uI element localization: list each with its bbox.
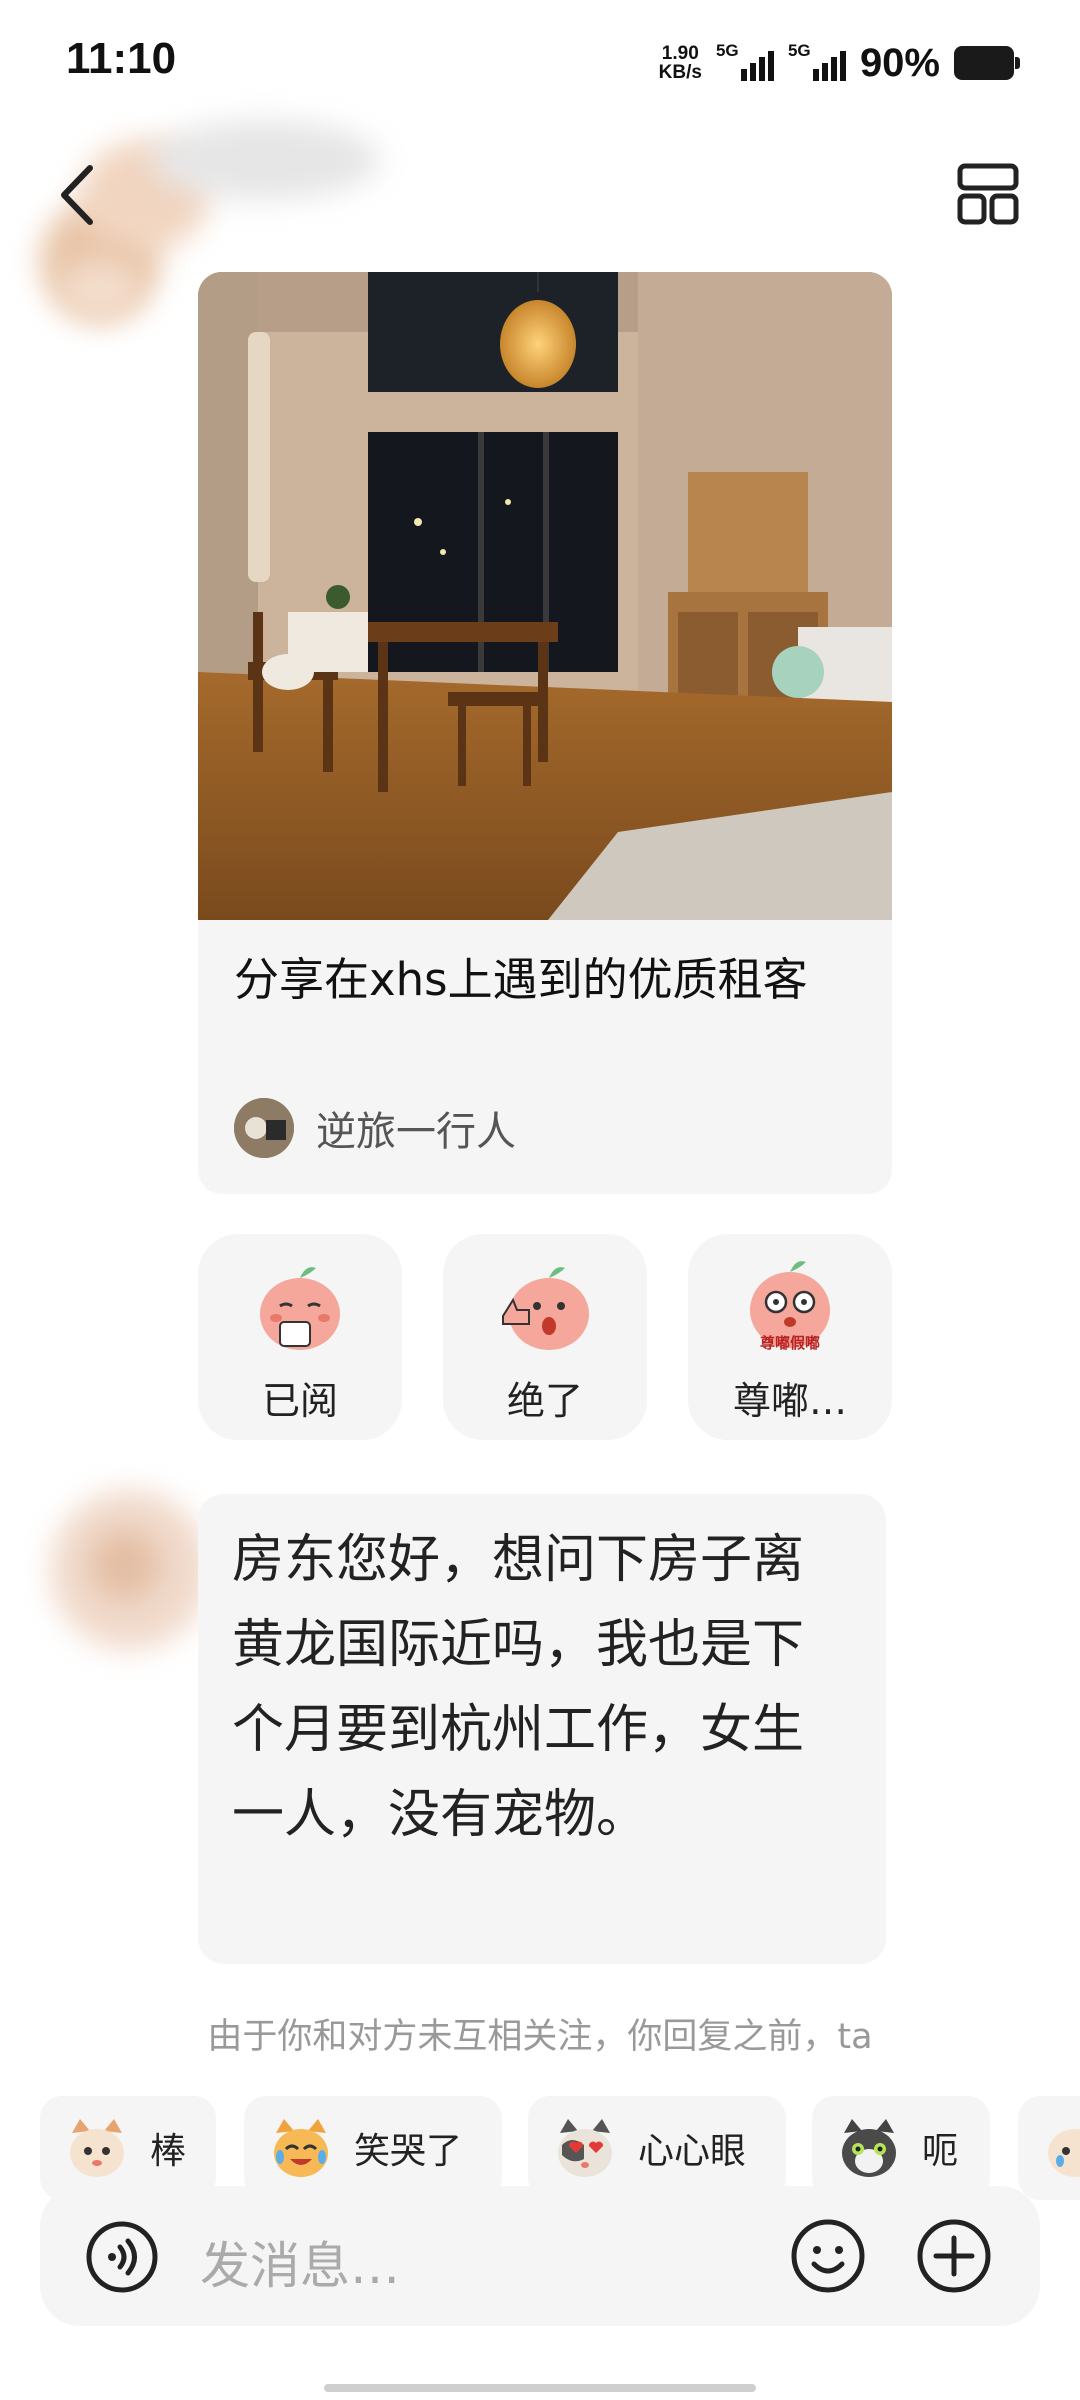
sticker-chip-label: 心心眼 (638, 2131, 747, 2172)
home-indicator[interactable] (324, 2384, 756, 2392)
layout-button[interactable] (956, 162, 1020, 226)
message-bubble[interactable]: 房东您好，想问下房子离黄龙国际近吗，我也是下个月要到杭州工作，女生一人，没有宠物… (198, 1494, 886, 1964)
network-speed-unit: KB/s (658, 62, 702, 83)
network-speed: 1.90 KB/s (659, 44, 702, 82)
battery-percent: 90% (859, 40, 940, 85)
plus-button[interactable] (914, 2216, 994, 2296)
network-speed-value: 1.90 (661, 43, 699, 64)
shared-post-card[interactable]: 分享在xhs上遇到的优质租客 逆旅一行人 (198, 272, 892, 1194)
sticker-chip-label: 棒 (150, 2131, 187, 2172)
peach-surprised-sticker-icon: 尊嘟假嘟 (750, 1261, 830, 1352)
cat-crying-sticker-icon (1048, 2129, 1080, 2177)
post-title: 分享在xhs上遇到的优质租客 (234, 953, 808, 1006)
quick-reaction-read[interactable]: 已阅 (198, 1234, 402, 1440)
sticker-chip-awkward[interactable]: 呃 (812, 2096, 990, 2200)
signal-icon: 5G (788, 41, 846, 85)
follow-notice: 由于你和对方未互相关注，你回复之前，ta (207, 2017, 873, 2057)
signal-label: 5G (715, 41, 739, 60)
emoji-button[interactable] (788, 2216, 868, 2296)
quick-reaction-really[interactable]: 尊嘟假嘟 尊嘟… (688, 1234, 892, 1440)
battery-icon (954, 46, 1020, 80)
reaction-label: 尊嘟… (732, 1379, 847, 1423)
post-author[interactable]: 逆旅一行人 (234, 1098, 516, 1158)
author-name: 逆旅一行人 (316, 1109, 516, 1155)
message-input[interactable]: 发消息… (200, 2226, 400, 2298)
sticker-chip-great[interactable]: 棒 (40, 2096, 216, 2200)
post-cover-image (198, 272, 892, 920)
sticker-caption: 尊嘟假嘟 (760, 1334, 820, 1352)
reaction-label: 绝了 (506, 1379, 583, 1423)
cat-thumbs-up-sticker-icon (70, 2119, 124, 2177)
sticker-chip-laugh-cry[interactable]: 笑哭了 (244, 2096, 502, 2200)
sticker-chip-heart-eyes[interactable]: 心心眼 (528, 2096, 786, 2200)
voice-button[interactable] (84, 2219, 160, 2295)
cat-awkward-sticker-icon (842, 2119, 896, 2177)
chevron-left-icon (61, 165, 93, 225)
cat-laugh-cry-sticker-icon (274, 2119, 328, 2177)
reaction-label: 已阅 (261, 1379, 338, 1423)
voice-icon (86, 2221, 158, 2293)
emoji-icon (791, 2219, 865, 2293)
sticker-chip-label: 呃 (922, 2131, 959, 2172)
back-button[interactable] (50, 160, 110, 230)
sticker-chip-label: 笑哭了 (354, 2131, 463, 2172)
grid-layout-icon (957, 163, 1019, 225)
signal-icon: 5G (716, 41, 774, 85)
plus-icon (917, 2219, 991, 2293)
sticker-chip-more[interactable] (1018, 2096, 1080, 2200)
peach-thumbs-up-sticker-icon (502, 1267, 589, 1350)
quick-reaction-awesome[interactable]: 绝了 (443, 1234, 647, 1440)
signal-label: 5G (787, 41, 811, 60)
peach-tea-sticker-icon (260, 1267, 340, 1350)
status-time: 11:10 (66, 34, 177, 83)
cat-heart-eyes-sticker-icon (558, 2119, 612, 2177)
author-avatar (234, 1098, 294, 1158)
sender-avatar[interactable] (40, 1480, 220, 1660)
status-icons: 1.90 KB/s 5G 5G 90% (659, 38, 1020, 88)
message-text: 房东您好，想问下房子离黄龙国际近吗，我也是下个月要到杭州工作，女生一人，没有宠物… (232, 1530, 805, 1845)
message-input-bar: 发消息… (40, 2186, 1040, 2326)
